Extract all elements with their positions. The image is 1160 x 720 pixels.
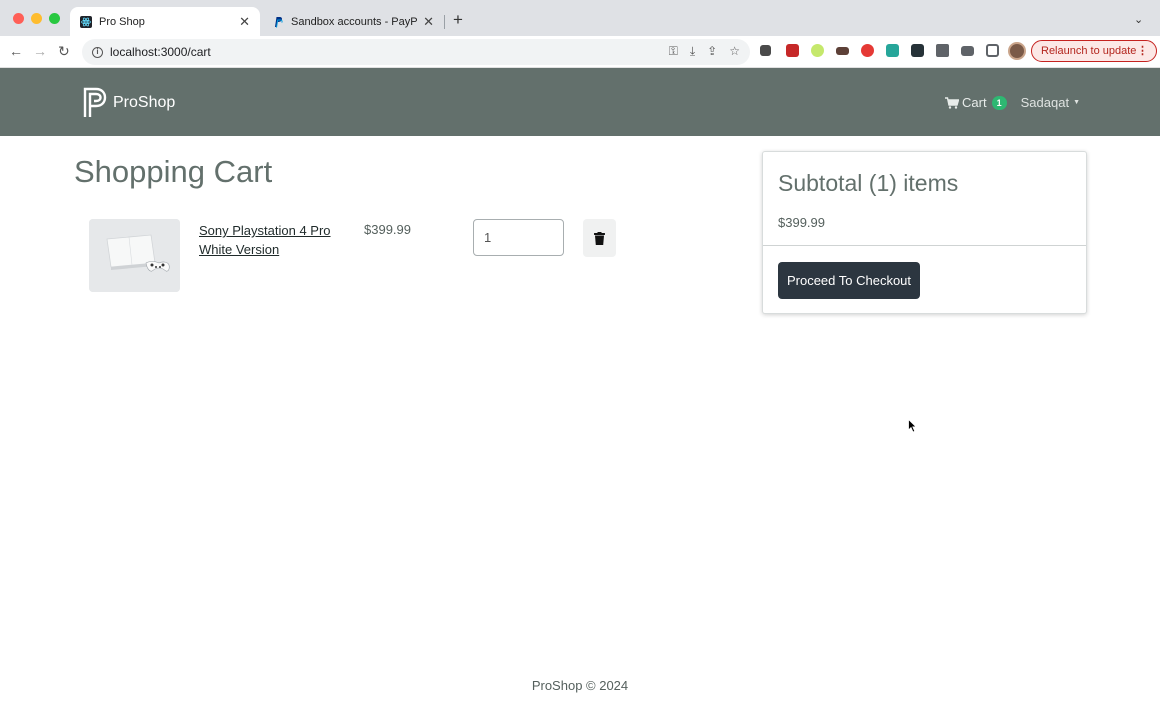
extension-grid-icon[interactable]: [760, 45, 771, 56]
reading-list-icon[interactable]: [961, 46, 974, 56]
product-image: [89, 219, 180, 292]
tab-search-chevron-icon[interactable]: ⌄: [1134, 13, 1143, 26]
address-bar[interactable]: i localhost:3000/cart ⚿ ⤓ ⇪ ☆: [82, 39, 750, 65]
extension-teal-icon[interactable]: [886, 44, 899, 57]
tab-close-icon[interactable]: ✕: [423, 14, 434, 30]
proceed-to-checkout-button[interactable]: Proceed To Checkout: [778, 262, 920, 299]
bookmark-star-icon[interactable]: ☆: [729, 44, 740, 59]
menu-dots-icon: ⋮: [1137, 45, 1148, 57]
brand-link[interactable]: ProShop: [83, 87, 175, 119]
relaunch-label: Relaunch to update: [1041, 45, 1137, 57]
install-icon[interactable]: ⤓: [690, 44, 695, 59]
cart-label: Cart: [962, 95, 987, 110]
subtotal-title: Subtotal (1) items: [778, 170, 959, 196]
tab-title: Sandbox accounts - PayPal De: [291, 15, 418, 28]
browser-tab-strip: Pro Shop ✕ Sandbox accounts - PayPal De …: [0, 0, 1160, 36]
app-navbar: ProShop Cart 1 Sadaqat ▼: [0, 68, 1160, 136]
window-zoom-button[interactable]: [49, 13, 60, 24]
cart-link[interactable]: Cart 1: [945, 95, 1007, 110]
back-arrow-icon[interactable]: ←: [9, 43, 23, 59]
react-favicon-icon: [80, 15, 92, 28]
caret-down-icon: ▼: [1073, 99, 1080, 106]
new-tab-icon[interactable]: +: [453, 11, 463, 29]
trash-icon: [594, 231, 605, 245]
window-minimize-button[interactable]: [31, 13, 42, 24]
paypal-favicon-icon: [275, 16, 283, 28]
extension-opera-icon[interactable]: [861, 44, 874, 57]
user-dropdown[interactable]: Sadaqat ▼: [1021, 95, 1080, 110]
extension-dark-icon[interactable]: [911, 44, 924, 57]
tab-title: Pro Shop: [99, 15, 145, 28]
page-title: Shopping Cart: [74, 154, 273, 189]
cart-count-badge: 1: [991, 95, 1007, 110]
tab-separator: [444, 15, 445, 29]
site-info-icon[interactable]: i: [92, 46, 103, 58]
subtotal-price: $399.99: [778, 215, 825, 230]
user-name: Sadaqat: [1020, 95, 1070, 110]
profile-avatar[interactable]: [1008, 42, 1026, 60]
product-name-link[interactable]: Sony Playstation 4 Pro White Version: [199, 221, 349, 259]
extension-brown-icon[interactable]: [836, 47, 849, 55]
relaunch-button[interactable]: Relaunch to update ⋮: [1031, 40, 1157, 62]
quantity-select[interactable]: 1: [473, 219, 564, 256]
page-footer: ProShop © 2024: [531, 678, 629, 693]
key-icon[interactable]: ⚿: [669, 44, 678, 59]
address-url: localhost:3000/cart: [110, 45, 211, 59]
extensions-puzzle-icon[interactable]: [936, 44, 949, 57]
tab-close-icon[interactable]: ✕: [239, 14, 250, 30]
window-close-button[interactable]: [13, 13, 24, 24]
product-price: $399.99: [364, 222, 411, 237]
cart-item-row: Sony Playstation 4 Pro White Version $39…: [89, 219, 629, 293]
browser-tab-active[interactable]: Pro Shop ✕: [70, 7, 260, 36]
forward-arrow-icon[interactable]: →: [33, 43, 47, 59]
extension-green-icon[interactable]: [811, 44, 824, 57]
mouse-cursor-icon: [908, 419, 918, 433]
proshop-logo-icon: [83, 87, 107, 117]
order-summary-card: Subtotal (1) items $399.99 Proceed To Ch…: [762, 151, 1087, 314]
share-icon[interactable]: ⇪: [707, 44, 717, 59]
delete-item-button[interactable]: [583, 219, 616, 257]
extension-red-icon[interactable]: [786, 44, 799, 57]
summary-header: Subtotal (1) items $399.99: [763, 152, 1086, 246]
side-panel-icon[interactable]: [986, 44, 999, 57]
playstation-image-icon: [89, 219, 180, 292]
brand-name: ProShop: [113, 94, 176, 111]
reload-icon[interactable]: ↻: [58, 43, 70, 59]
shopping-cart-icon: [945, 96, 960, 109]
browser-tab-paypal[interactable]: Sandbox accounts - PayPal De ✕: [262, 7, 444, 36]
